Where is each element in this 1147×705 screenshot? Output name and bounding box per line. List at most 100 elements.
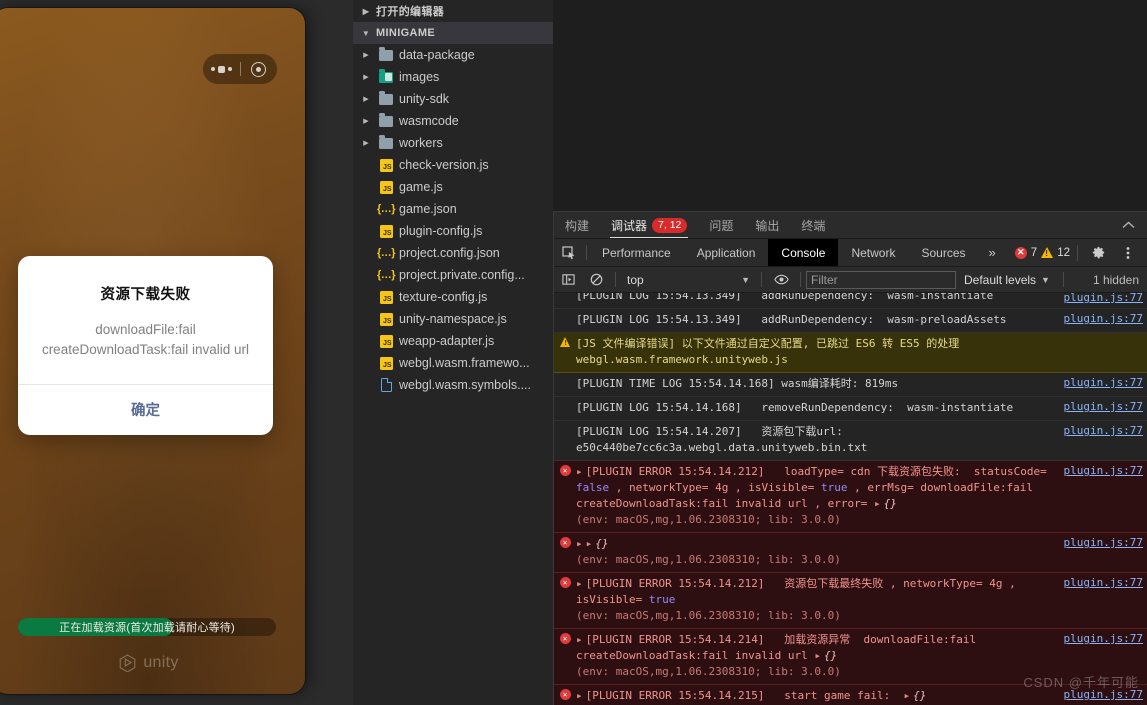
console-log-row[interactable]: ✕ ▸ ▸{} (env: macOS,mg,1.06.2308310; lib: …	[554, 533, 1147, 573]
dialog-message: downloadFile:fail createDownloadTask:fai…	[41, 322, 250, 357]
explorer-item[interactable]: JS game.js	[353, 176, 553, 198]
console-log-row[interactable]: ✕ ▸ [PLUGIN ERROR 15:54.14.212] 资源包下载最终失败…	[554, 573, 1147, 629]
log-level-gutter	[554, 400, 576, 401]
explorer-item[interactable]: JS check-version.js	[353, 154, 553, 176]
devtools-tab-application[interactable]: Application	[684, 239, 769, 266]
inspect-element-icon[interactable]	[554, 239, 584, 266]
log-level-gutter	[554, 312, 576, 313]
js-file-icon: JS	[378, 355, 394, 371]
console-output[interactable]: [PLUGIN LOG 15:54.13.349] addRunDependen…	[554, 293, 1147, 705]
log-source-link[interactable]: plugin.js:77	[1064, 293, 1143, 304]
panel-tab-0[interactable]: 构建	[554, 212, 600, 238]
chevron-right-icon[interactable]: ▶	[359, 117, 373, 125]
explorer-section-label: 打开的编辑器	[376, 6, 445, 18]
expand-arrow-icon[interactable]: ▸	[576, 689, 583, 702]
expand-arrow-icon[interactable]: ▸	[576, 633, 583, 646]
log-source-link[interactable]: plugin.js:77	[1064, 400, 1143, 413]
console-sidebar-icon[interactable]	[554, 267, 582, 293]
chevron-right-icon[interactable]: ▶	[359, 73, 373, 81]
devtools-tab-sources[interactable]: Sources	[908, 239, 978, 266]
log-level-gutter: ✕	[554, 688, 576, 700]
console-log-row[interactable]: [JS 文件编译错误] 以下文件通过自定义配置, 已跳过 ES6 转 ES5 的…	[554, 333, 1147, 373]
warning-icon	[1041, 247, 1054, 258]
error-icon: ✕	[559, 465, 571, 476]
chevron-right-icon[interactable]: ▶	[359, 139, 373, 147]
download-failed-dialog: 资源下载失败 downloadFile:fail createDownloadT…	[18, 256, 273, 435]
devtools-tab-network[interactable]: Network	[838, 239, 908, 266]
devtools-tab-label: Application	[696, 245, 756, 260]
console-log-row[interactable]: ✕ ▸ [PLUGIN ERROR 15:54.14.215] start gam…	[554, 685, 1147, 705]
log-level-gutter	[554, 424, 576, 425]
explorer-item[interactable]: JS weapp-adapter.js	[353, 330, 553, 352]
error-count-badge[interactable]: ✕ 7	[1014, 246, 1037, 259]
log-message: ▸ [PLUGIN ERROR 15:54.14.212] loadType= c…	[576, 465, 1054, 526]
chevron-right-icon[interactable]: ▶	[359, 95, 373, 103]
explorer-item[interactable]: JS plugin-config.js	[353, 220, 553, 242]
log-message: [PLUGIN LOG 15:54.13.349] addRunDependen…	[576, 293, 994, 302]
log-source-link[interactable]: plugin.js:77	[1064, 536, 1143, 549]
gear-icon[interactable]	[1085, 240, 1111, 266]
explorer-item[interactable]: {…} game.json	[353, 198, 553, 220]
more-dots-icon[interactable]	[203, 65, 240, 73]
filter-input[interactable]	[806, 270, 956, 289]
explorer-item[interactable]: JS webgl.wasm.framewo...	[353, 352, 553, 374]
dialog-confirm-button[interactable]: 确定	[18, 385, 273, 435]
miniprogram-capsule[interactable]	[203, 54, 277, 84]
explorer-item[interactable]: webgl.wasm.symbols....	[353, 374, 553, 396]
live-expression-icon[interactable]	[767, 267, 795, 293]
chevron-double-right-icon[interactable]: »	[979, 239, 1006, 266]
log-levels-select[interactable]: Default levels ▼	[956, 273, 1058, 287]
panel-tab-1[interactable]: 调试器 7, 12	[600, 212, 698, 238]
explorer-item[interactable]: ▶ unity-sdk	[353, 88, 553, 110]
chevron-right-icon[interactable]: ▶	[359, 51, 373, 59]
panel-tab-3[interactable]: 输出	[744, 212, 790, 238]
editor-area	[553, 0, 1147, 211]
console-context-select[interactable]: top ▼	[621, 273, 756, 287]
explorer-item-label: plugin-config.js	[399, 224, 483, 238]
explorer-item[interactable]: JS unity-namespace.js	[353, 308, 553, 330]
log-source-link[interactable]: plugin.js:77	[1064, 632, 1143, 645]
explorer-item[interactable]: ▶ workers	[353, 132, 553, 154]
console-log-row[interactable]: [PLUGIN TIME LOG 15:54.14.168] wasm编译耗时:…	[554, 373, 1147, 397]
explorer-item[interactable]: ▶ wasmcode	[353, 110, 553, 132]
folder-icon	[378, 112, 394, 129]
panel-tab-2[interactable]: 问题	[698, 212, 744, 238]
log-source-link[interactable]: plugin.js:77	[1064, 312, 1143, 325]
log-source-link[interactable]: plugin.js:77	[1064, 464, 1143, 477]
expand-arrow-icon[interactable]: ▸	[576, 465, 583, 478]
log-source-link[interactable]: plugin.js:77	[1064, 576, 1143, 589]
devtools-tab-console[interactable]: Console	[768, 239, 839, 266]
explorer-item[interactable]: JS texture-config.js	[353, 286, 553, 308]
log-level-gutter	[554, 336, 576, 347]
devtools-panel: 构建 调试器 7, 12 问题 输出 终端 Performance Applic…	[553, 211, 1147, 705]
log-source-link[interactable]: plugin.js:77	[1064, 424, 1143, 437]
explorer-item[interactable]: {…} project.config.json	[353, 242, 553, 264]
explorer-section-0[interactable]: ▶ 打开的编辑器	[353, 0, 553, 22]
explorer-item[interactable]: ▶ images	[353, 66, 553, 88]
circle-close-icon[interactable]	[241, 61, 278, 77]
console-log-row[interactable]: [PLUGIN LOG 15:54.13.349] addRunDependen…	[554, 293, 1147, 309]
clear-console-icon[interactable]	[582, 267, 610, 293]
console-log-row[interactable]: ✕ ▸ [PLUGIN ERROR 15:54.14.214] 加载资源异常 do…	[554, 629, 1147, 685]
panel-collapse-button[interactable]	[1110, 212, 1147, 238]
toolbar-divider-5	[800, 272, 801, 287]
kebab-menu-icon[interactable]	[1115, 240, 1141, 266]
console-log-row[interactable]: [PLUGIN LOG 15:54.14.168] removeRunDepen…	[554, 397, 1147, 421]
console-log-row[interactable]: [PLUGIN LOG 15:54.14.207] 资源包下载url: e50c…	[554, 421, 1147, 461]
devtools-tab-performance[interactable]: Performance	[589, 239, 684, 266]
explorer-section-1[interactable]: ▼ MINIGAME	[353, 22, 553, 44]
expand-arrow-icon[interactable]: ▸	[576, 577, 583, 590]
json-file-icon: {…}	[376, 269, 396, 281]
console-log-row[interactable]: ✕ ▸ [PLUGIN ERROR 15:54.14.212] loadType=…	[554, 461, 1147, 533]
toolbar-divider-2	[1077, 244, 1078, 261]
explorer-item[interactable]: ▶ data-package	[353, 44, 553, 66]
console-log-row[interactable]: [PLUGIN LOG 15:54.13.349] addRunDependen…	[554, 309, 1147, 333]
panel-tab-4[interactable]: 终端	[790, 212, 836, 238]
json-file-icon: {…}	[376, 203, 396, 215]
log-source-link[interactable]: plugin.js:77	[1064, 376, 1143, 389]
expand-arrow-icon[interactable]: ▸	[576, 537, 583, 550]
explorer-item[interactable]: {…} project.private.config...	[353, 264, 553, 286]
warning-count-badge[interactable]: 12	[1041, 247, 1070, 259]
log-source-link[interactable]: plugin.js:77	[1064, 688, 1143, 701]
log-levels-value: Default levels	[964, 272, 1037, 287]
